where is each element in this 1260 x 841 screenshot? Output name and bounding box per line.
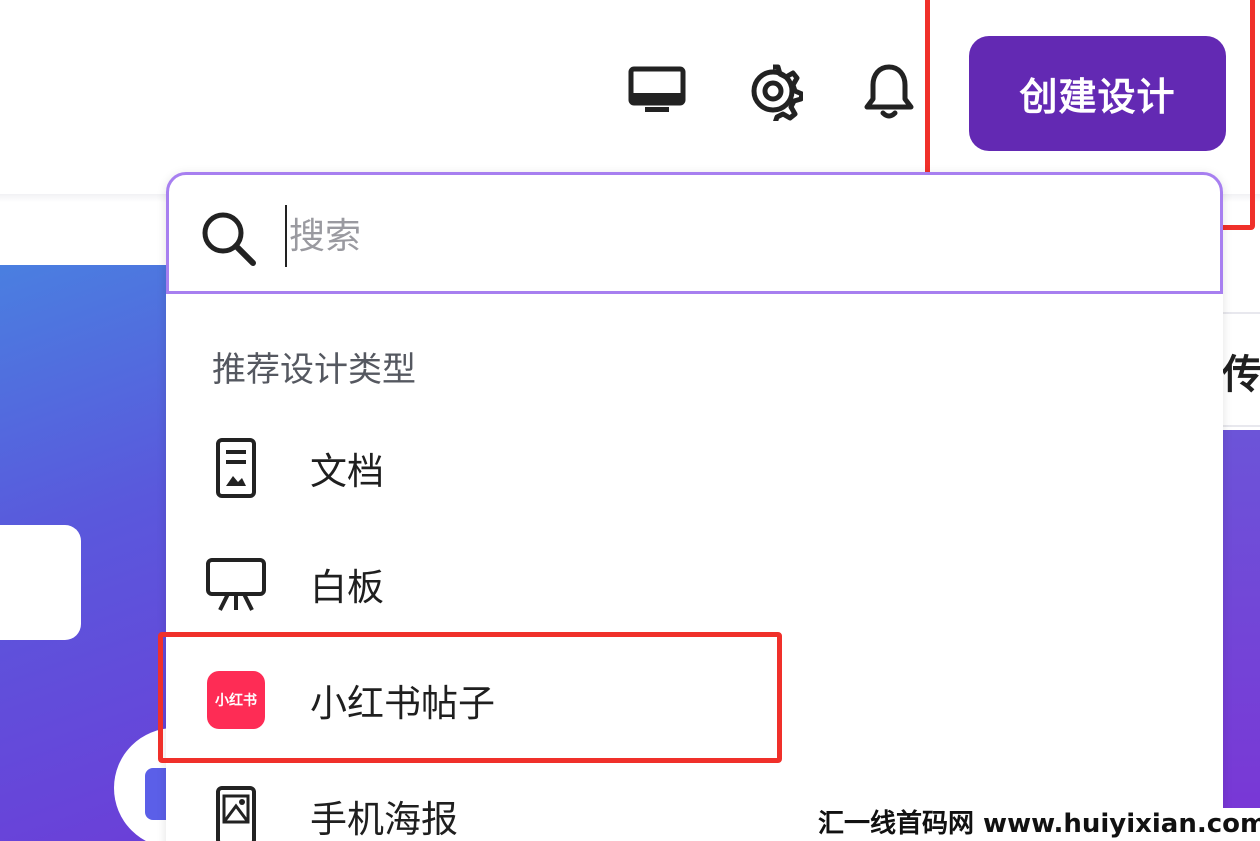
bell-icon <box>864 64 914 119</box>
create-design-button[interactable]: 创建设计 <box>969 36 1226 151</box>
right-panel-banner <box>1222 430 1260 841</box>
phone-poster-icon <box>204 784 268 841</box>
hero-card <box>0 525 81 640</box>
search-box <box>166 172 1223 294</box>
desktop-icon <box>628 66 686 112</box>
gear-icon <box>751 64 803 121</box>
section-title: 推荐设计类型 <box>212 350 416 390</box>
menu-item-label: 文档 <box>310 450 384 493</box>
menu-item-label: 小红书帖子 <box>310 682 495 725</box>
whiteboard-icon <box>204 552 268 616</box>
search-input[interactable] <box>285 205 985 267</box>
right-panel-divider <box>1222 425 1260 427</box>
notifications-button[interactable] <box>856 58 922 124</box>
xiaohongshu-icon: 小红书 <box>207 671 265 729</box>
right-panel-title: 传 <box>1222 352 1260 398</box>
desktop-app-button[interactable] <box>624 58 690 124</box>
menu-item-label: 手机海报 <box>310 798 458 841</box>
document-icon <box>204 436 268 500</box>
watermark: 汇一线首码网 www.huiyixian.com <box>812 808 1260 841</box>
menu-item-label: 白板 <box>310 566 384 609</box>
create-design-dropdown: 推荐设计类型 文档 白板 小红书 小红书帖子 <box>166 172 1223 841</box>
xiaohongshu-icon-wrapper: 小红书 <box>204 668 268 732</box>
settings-button[interactable] <box>740 58 806 124</box>
menu-item-whiteboard[interactable]: 白板 <box>186 534 1186 634</box>
top-bar: 创建设计 <box>0 0 1260 196</box>
menu-item-xiaohongshu-post[interactable]: 小红书 小红书帖子 <box>186 650 1186 750</box>
menu-item-document[interactable]: 文档 <box>186 418 1186 518</box>
right-panel-divider <box>1222 312 1260 314</box>
search-icon <box>202 212 256 266</box>
